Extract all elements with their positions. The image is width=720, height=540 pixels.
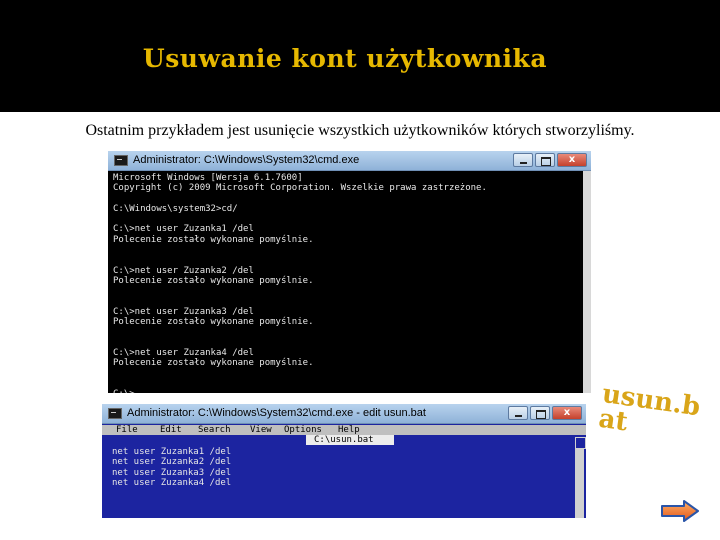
scrollbar[interactable] bbox=[583, 171, 591, 393]
edit-window-titlebar[interactable]: Administrator: C:\Windows\System32\cmd.e… bbox=[102, 404, 586, 424]
console-line: C:\Windows\system32>cd/ bbox=[113, 203, 238, 214]
console-line: Polecenie zostało wykonane pomyślnie. bbox=[113, 358, 314, 369]
arrow-right-icon bbox=[661, 500, 699, 522]
cmd-window-title: Administrator: C:\Windows\System32\cmd.e… bbox=[133, 154, 360, 166]
prompt-text: C:\> bbox=[113, 389, 135, 393]
minimize-button[interactable] bbox=[508, 406, 528, 420]
slide-subtitle: Ostatnim przykładem jest usunięcie wszys… bbox=[85, 122, 635, 139]
console-line: Microsoft Windows [Wersja 6.1.7600] bbox=[113, 173, 303, 183]
console-line: C:\>net user Zuzanka2 /del bbox=[113, 265, 254, 276]
cmd-window-titlebar[interactable]: Administrator: C:\Windows\System32\cmd.e… bbox=[108, 151, 591, 171]
menu-file[interactable]: File bbox=[116, 425, 138, 435]
console-line: Polecenie zostało wykonane pomyślnie. bbox=[113, 317, 314, 328]
minimize-button[interactable] bbox=[513, 153, 533, 167]
file-tab[interactable]: C:\usun.bat bbox=[306, 435, 394, 445]
console-line: C:\>net user Zuzanka4 /del bbox=[113, 348, 254, 359]
menu-options[interactable]: Options bbox=[284, 425, 322, 435]
cmd-icon bbox=[114, 155, 128, 166]
filename-overlay: usun.b at bbox=[597, 379, 713, 447]
console-line: Polecenie zostało wykonane pomyślnie. bbox=[113, 234, 314, 245]
slide-header: Usuwanie kont użytkownika bbox=[0, 0, 720, 112]
console-line: Polecenie zostało wykonane pomyślnie. bbox=[113, 275, 314, 286]
editor-line: net user Zuzanka1 /del bbox=[112, 447, 232, 457]
editor-line: net user Zuzanka3 /del bbox=[112, 467, 232, 478]
next-slide-button[interactable] bbox=[660, 500, 700, 522]
slide-title: Usuwanie kont użytkownika bbox=[142, 44, 548, 73]
close-button[interactable]: x bbox=[557, 153, 587, 167]
cmd-window: Administrator: C:\Windows\System32\cmd.e… bbox=[108, 151, 591, 393]
edit-window: Administrator: C:\Windows\System32\cmd.e… bbox=[102, 404, 586, 518]
menu-view[interactable]: View bbox=[250, 425, 272, 435]
editor-line: net user Zuzanka2 /del bbox=[112, 457, 232, 468]
console-line: Copyright (c) 2009 Microsoft Corporation… bbox=[113, 183, 487, 194]
console-prompt: C:\> bbox=[113, 389, 583, 393]
editor-line: net user Zuzanka4 /del bbox=[112, 477, 232, 488]
close-button[interactable]: x bbox=[552, 406, 582, 420]
menu-search[interactable]: Search bbox=[198, 425, 231, 435]
console-output[interactable]: Microsoft Windows [Wersja 6.1.7600] Copyr… bbox=[113, 173, 583, 393]
editor-menubar: File Edit Search View Options Help bbox=[102, 425, 586, 435]
maximize-button[interactable] bbox=[530, 406, 550, 420]
console-line: C:\>net user Zuzanka3 /del bbox=[113, 306, 254, 317]
console-line: C:\>net user Zuzanka1 /del bbox=[113, 224, 254, 235]
maximize-button[interactable] bbox=[535, 153, 555, 167]
editor-content[interactable]: net user Zuzanka1 /del net user Zuzanka2 … bbox=[112, 447, 552, 488]
editor-scrollbar[interactable] bbox=[575, 437, 586, 518]
cmd-icon bbox=[108, 408, 122, 419]
menu-edit[interactable]: Edit bbox=[160, 425, 182, 435]
edit-window-title: Administrator: C:\Windows\System32\cmd.e… bbox=[127, 407, 426, 419]
menu-help[interactable]: Help bbox=[338, 425, 360, 435]
